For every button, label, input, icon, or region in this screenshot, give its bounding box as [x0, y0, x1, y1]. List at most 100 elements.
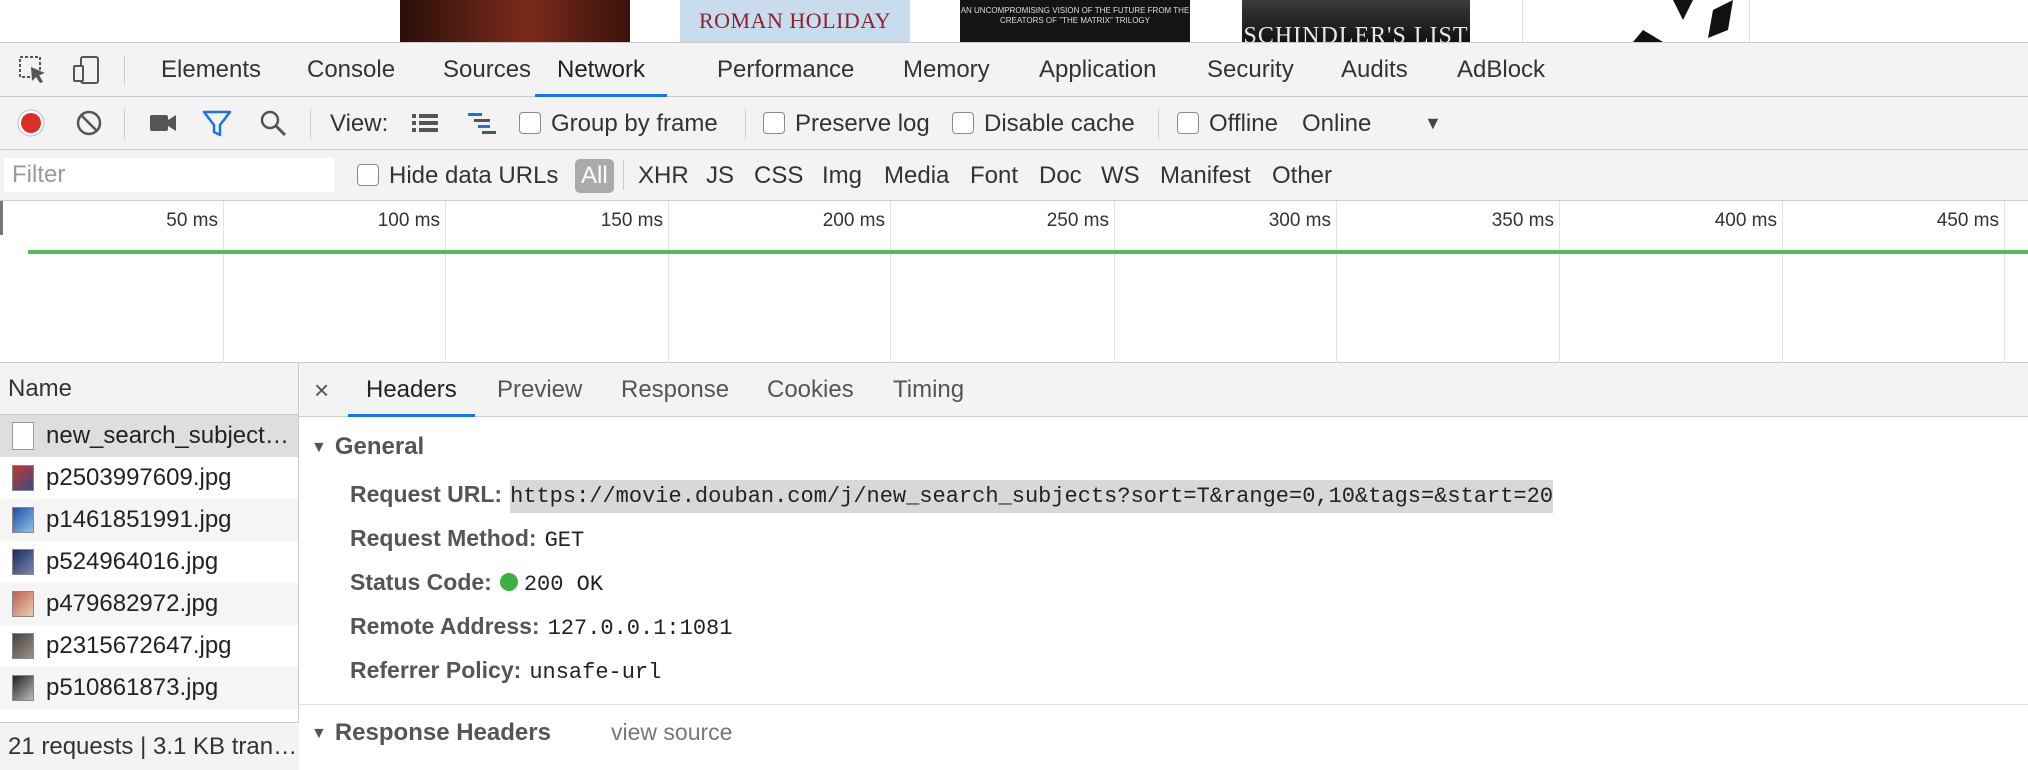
view-source-link[interactable]: view source — [611, 719, 732, 746]
waterfall-overview-icon[interactable] — [466, 97, 498, 150]
page-poster-strip: ROMAN HOLIDAY AN UNCOMPROMISING VISION O… — [0, 0, 2028, 42]
poster-title: ROMAN HOLIDAY — [698, 8, 892, 33]
request-row[interactable]: p2315672647.jpg — [0, 625, 298, 667]
tab-cookies[interactable]: Cookies — [767, 363, 854, 417]
inspect-element-icon[interactable] — [18, 55, 48, 85]
poster-figure — [1633, 0, 1733, 42]
filter-input[interactable] — [4, 158, 334, 192]
group-by-frame-label: Group by frame — [551, 110, 718, 137]
filter-type-other[interactable]: Other — [1272, 150, 1332, 201]
tab-headers[interactable]: Headers — [348, 363, 475, 417]
disable-cache-checkbox[interactable]: Disable cache — [952, 97, 1135, 150]
tab-response[interactable]: Response — [621, 363, 729, 417]
request-row[interactable]: new_search_subjects?sort=T&range=0,10&ta… — [0, 415, 298, 457]
timeline-gridline — [1782, 201, 1783, 363]
clear-icon[interactable] — [74, 97, 104, 150]
filter-type-css[interactable]: CSS — [754, 150, 803, 201]
timeline-tick-label: 250 ms — [1046, 210, 1109, 231]
tab-preview[interactable]: Preview — [497, 363, 582, 417]
checkbox-box[interactable] — [357, 163, 379, 186]
timeline-gridline — [890, 201, 891, 363]
request-summary: 21 requests | 3.1 KB transferred — [0, 722, 299, 770]
filter-type-img[interactable]: Img — [822, 150, 862, 201]
response-headers-section-header[interactable]: ▼ Response Headers — [311, 719, 551, 747]
header-value: unsafe-url — [529, 660, 662, 685]
image-thumbnail-icon — [12, 633, 34, 659]
throttling-select[interactable]: Online — [1302, 97, 1371, 150]
checkbox-box[interactable] — [1177, 111, 1199, 134]
tab-console[interactable]: Console — [307, 43, 395, 97]
section-divider — [299, 704, 2028, 705]
poster-image-roman-holiday: ROMAN HOLIDAY — [680, 0, 910, 42]
filter-type-media[interactable]: Media — [884, 150, 949, 201]
group-by-frame-checkbox[interactable]: Group by frame — [519, 97, 718, 150]
filter-type-all[interactable]: All — [575, 159, 614, 193]
close-icon[interactable]: × — [314, 363, 329, 417]
filter-type-font[interactable]: Font — [970, 150, 1018, 201]
document-file-icon — [12, 422, 34, 450]
filter-type-xhr[interactable]: XHR — [638, 150, 689, 201]
request-row[interactable]: p524964016.jpg — [0, 541, 298, 583]
capture-screenshots-icon[interactable] — [148, 97, 178, 150]
remote-address-row: Remote Address: 127.0.0.1:1081 — [350, 613, 732, 641]
timeline-tick-label: 50 ms — [166, 210, 218, 231]
request-row[interactable]: p2503997609.jpg — [0, 457, 298, 499]
chevron-down-icon[interactable]: ▼ — [1424, 97, 1442, 150]
request-row[interactable]: p479682972.jpg — [0, 583, 298, 625]
timeline-tick-label: 350 ms — [1491, 210, 1554, 231]
toolbar-divider — [745, 109, 746, 139]
request-row[interactable]: p510861873.jpg — [0, 667, 298, 709]
tab-sources[interactable]: Sources — [443, 43, 531, 97]
request-detail-panel: × Headers Preview Response Cookies Timin… — [299, 363, 2028, 770]
hide-data-urls-checkbox[interactable]: Hide data URLs — [357, 150, 558, 201]
tab-performance[interactable]: Performance — [717, 43, 854, 97]
tab-timing[interactable]: Timing — [893, 363, 964, 417]
tab-audits[interactable]: Audits — [1341, 43, 1408, 97]
toolbar-divider — [124, 55, 125, 85]
poster-image-1 — [400, 0, 630, 42]
request-list: Name new_search_subjects?sort=T&range=0,… — [0, 363, 299, 770]
record-icon[interactable] — [16, 97, 46, 150]
timeline-gridline — [2004, 201, 2005, 363]
header-value: 127.0.0.1:1081 — [547, 616, 733, 641]
device-toolbar-icon[interactable] — [72, 55, 102, 85]
timeline-gridline — [223, 201, 224, 363]
checkbox-box[interactable] — [519, 111, 541, 134]
filter-type-ws[interactable]: WS — [1101, 150, 1140, 201]
poster-image-5 — [1522, 0, 1750, 42]
image-thumbnail-icon — [12, 591, 34, 617]
timeline-request-bar — [28, 250, 2028, 254]
checkbox-box[interactable] — [952, 111, 974, 134]
tab-application[interactable]: Application — [1039, 43, 1156, 97]
request-url-value[interactable]: https://movie.douban.com/j/new_search_su… — [510, 480, 1554, 513]
header-key: Status Code: — [350, 569, 492, 595]
network-toolbar: View: Group by frame Preserve log Disabl… — [0, 97, 2028, 150]
timeline-gridline — [1336, 201, 1337, 363]
image-thumbnail-icon — [12, 465, 34, 491]
search-icon[interactable] — [258, 97, 288, 150]
offline-checkbox[interactable]: Offline — [1177, 97, 1278, 150]
general-section-header[interactable]: ▼ General — [311, 433, 424, 461]
tab-security[interactable]: Security — [1207, 43, 1294, 97]
large-rows-icon[interactable] — [410, 97, 440, 150]
network-overview-timeline[interactable]: 50 ms 100 ms 150 ms 200 ms 250 ms 300 ms… — [0, 201, 2028, 363]
tab-network[interactable]: Network — [535, 43, 668, 97]
request-row[interactable]: p1461851991.jpg — [0, 499, 298, 541]
image-thumbnail-icon — [12, 507, 34, 533]
tab-elements[interactable]: Elements — [161, 43, 261, 97]
name-column-header[interactable]: Name — [0, 363, 298, 415]
preserve-log-checkbox[interactable]: Preserve log — [763, 97, 930, 150]
filter-icon[interactable] — [202, 97, 232, 150]
tab-adblock[interactable]: AdBlock — [1457, 43, 1545, 97]
request-name: p524964016.jpg — [46, 548, 219, 575]
filter-type-manifest[interactable]: Manifest — [1160, 150, 1251, 201]
filter-divider — [623, 160, 624, 190]
header-key: Remote Address: — [350, 613, 540, 639]
checkbox-box[interactable] — [763, 111, 785, 134]
filter-type-doc[interactable]: Doc — [1039, 150, 1082, 201]
timeline-tick-label: 200 ms — [822, 210, 885, 231]
tab-memory[interactable]: Memory — [903, 43, 990, 97]
request-name: new_search_subjects?sort=T&range=0,10&ta… — [46, 422, 298, 449]
filter-type-js[interactable]: JS — [706, 150, 734, 201]
request-url-row: Request URL: https://movie.douban.com/j/n… — [350, 480, 1554, 513]
